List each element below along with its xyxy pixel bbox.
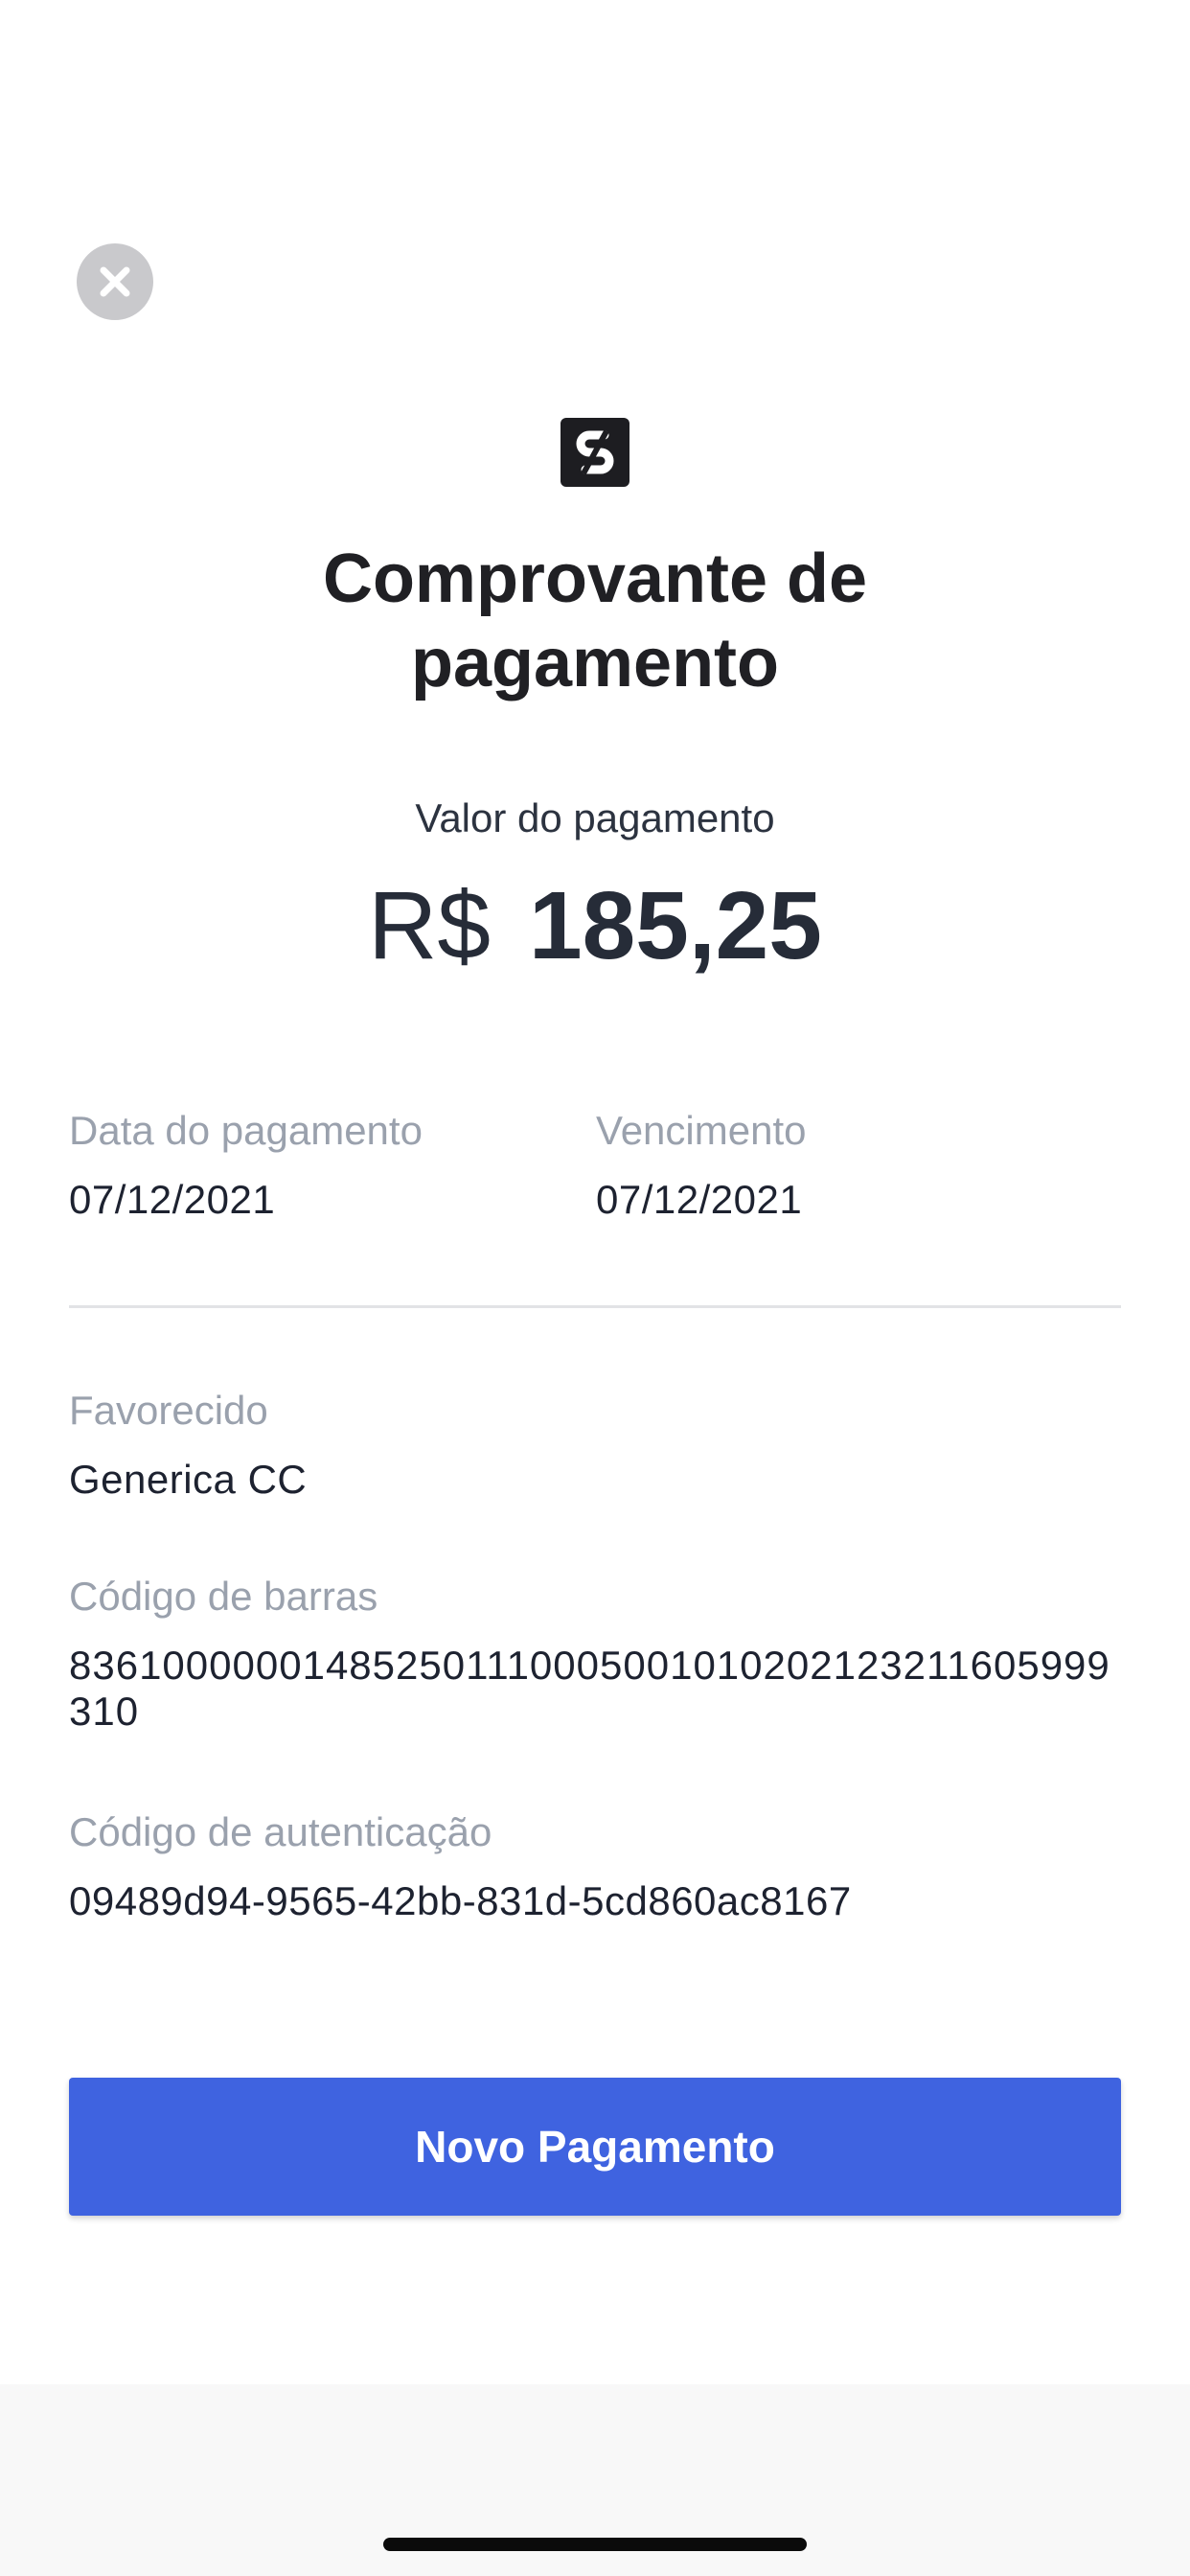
auth-code-value[interactable]: 09489d94-9565-42bb-831d-5cd860ac8167: [69, 1878, 852, 1924]
brand-logo: [561, 418, 629, 487]
new-payment-button[interactable]: Novo Pagamento: [69, 2078, 1121, 2216]
currency-symbol: R$: [368, 872, 491, 979]
home-indicator[interactable]: [383, 2538, 807, 2551]
barcode-label: Código de barras: [69, 1574, 378, 1619]
auth-code-label: Código de autenticação: [69, 1809, 492, 1854]
amount-label: Valor do pagamento: [415, 795, 775, 840]
beneficiary-label: Favorecido: [69, 1388, 268, 1433]
close-button[interactable]: [77, 243, 153, 320]
close-circle-icon: [100, 266, 130, 297]
barcode-value[interactable]: 8361000000148525011100050010102021232116…: [69, 1643, 1121, 1735]
payment-date-label: Data do pagamento: [69, 1108, 423, 1153]
payment-date-value: 07/12/2021: [69, 1177, 276, 1222]
brand-logo-icon: [576, 429, 614, 475]
beneficiary-value: Generica CC: [69, 1457, 308, 1502]
amount-display: R$ 185,25: [0, 868, 1190, 983]
due-date-value: 07/12/2021: [596, 1177, 803, 1222]
due-date-label: Vencimento: [596, 1108, 807, 1153]
page-title: Comprovante de pagamento: [322, 540, 868, 702]
amount-value: 185,25: [528, 872, 822, 979]
divider: [69, 1305, 1121, 1308]
